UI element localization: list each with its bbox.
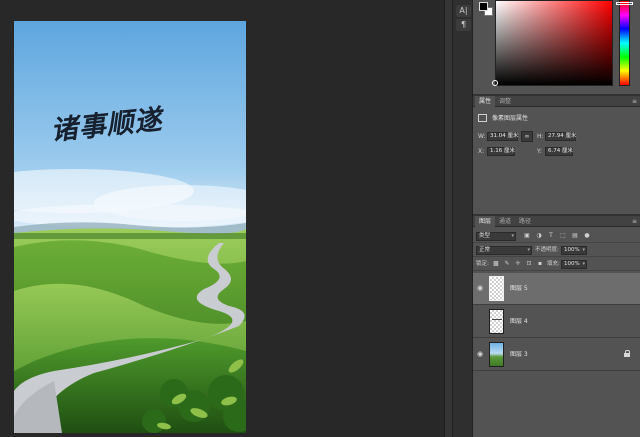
layer-row-3[interactable]: ◉ 图层 3 [473, 339, 640, 371]
width-label: W: [478, 133, 486, 140]
lock-image-icon[interactable]: ✎ [503, 260, 511, 268]
foreground-color-swatch[interactable] [479, 2, 488, 11]
lock-position-icon[interactable]: ✛ [514, 260, 522, 268]
lock-artboard-icon[interactable]: ⊡ [525, 260, 533, 268]
layer-thumbnail [489, 309, 504, 334]
tab-adjustments[interactable]: 调整 [495, 96, 515, 107]
tab-channels[interactable]: 通道 [495, 216, 515, 227]
properties-kind-label: 像素图层属性 [492, 115, 529, 122]
tab-paths[interactable]: 路径 [515, 216, 535, 227]
properties-tabs: 属性 调整 ≡ [473, 96, 640, 107]
layer-row-4[interactable]: 图层 4 [473, 306, 640, 338]
properties-panel: 属性 调整 ≡ 像素图层属性 W: 31.04 厘米 ∞ H: 27.94 厘米… [473, 96, 640, 214]
photoshop-window: 诸事顺遂 A| ¶ 属性 调整 ≡ 像素图层属性 W: 31.04 厘米 ∞ H… [0, 0, 640, 437]
layer-name[interactable]: 图层 5 [510, 283, 528, 294]
paragraph-icon[interactable]: ¶ [456, 19, 471, 31]
landscape-image [14, 21, 246, 433]
filter-kind-value: 类型 [479, 233, 491, 239]
fill-field[interactable]: 100% ▾ [561, 260, 587, 269]
height-label: H: [537, 133, 544, 140]
color-saturation-field[interactable] [495, 0, 613, 86]
mini-toolbar: A| ¶ [453, 0, 473, 437]
text-scribble-icon [492, 319, 502, 322]
y-field[interactable]: 6.74 厘米 [545, 147, 573, 156]
tab-properties[interactable]: 属性 [475, 96, 496, 107]
panel-collapse-strip[interactable] [444, 0, 453, 437]
filter-adjustment-icon[interactable]: ◑ [535, 232, 543, 240]
blend-mode-dropdown[interactable]: 正常 ▾ [476, 246, 532, 255]
properties-kind-row: 像素图层属性 [478, 113, 635, 124]
link-icon[interactable]: ∞ [521, 131, 533, 142]
lock-row: 锁定: ▩ ✎ ✛ ⊡ ▪ 填充: 100% ▾ [473, 258, 640, 271]
blend-row: 正常 ▾ 不透明度: 100% ▾ [473, 244, 640, 257]
blend-mode-value: 正常 [479, 247, 491, 253]
filter-pixel-icon[interactable]: ▣ [523, 232, 531, 240]
canvas-area[interactable]: 诸事顺遂 [0, 0, 444, 437]
right-panel-dock: 属性 调整 ≡ 像素图层属性 W: 31.04 厘米 ∞ H: 27.94 厘米… [473, 0, 640, 437]
filter-toggle-icon[interactable]: ● [583, 232, 591, 240]
x-field[interactable]: 1.16 厘米 [487, 147, 515, 156]
visibility-eye-icon[interactable]: ◉ [476, 350, 484, 358]
pixel-layer-icon [478, 114, 487, 122]
lock-icon [624, 350, 630, 357]
x-label: X: [478, 148, 485, 155]
layer-thumbnail [489, 342, 504, 367]
filter-smart-object-icon[interactable]: ▤ [571, 232, 579, 240]
lock-label: 锁定: [476, 261, 489, 267]
tab-layers[interactable]: 图层 [475, 216, 496, 227]
opacity-value: 100% [564, 247, 580, 253]
opacity-label: 不透明度: [535, 247, 559, 253]
lock-all-icon[interactable]: ▪ [536, 260, 544, 268]
hue-slider-track[interactable] [619, 0, 630, 86]
layer-name[interactable]: 图层 3 [510, 349, 528, 360]
document-artwork[interactable]: 诸事顺遂 [14, 21, 246, 433]
panel-menu-icon[interactable]: ≡ [632, 97, 637, 106]
panel-menu-icon[interactable]: ≡ [632, 217, 637, 226]
layer-filter-row: 类型 ▾ ▣ ◑ T ⬚ ▤ ● [473, 230, 640, 243]
color-picker-cursor[interactable] [492, 80, 498, 86]
visibility-toggle-empty-icon[interactable] [476, 317, 484, 325]
fill-value: 100% [564, 261, 580, 267]
fill-label: 填充: [547, 261, 560, 267]
character-icon[interactable]: A| [456, 5, 471, 17]
y-label: Y: [537, 148, 542, 155]
layer-thumbnail [489, 276, 504, 301]
visibility-eye-icon[interactable]: ◉ [476, 284, 484, 292]
lock-transparent-icon[interactable]: ▩ [492, 260, 500, 268]
hue-slider-handle[interactable] [616, 2, 633, 5]
filter-type-icon[interactable]: T [547, 232, 555, 240]
height-field[interactable]: 27.94 厘米 [545, 132, 577, 141]
filter-kind-dropdown[interactable]: 类型 ▾ [476, 232, 516, 241]
filter-shape-icon[interactable]: ⬚ [559, 232, 567, 240]
opacity-field[interactable]: 100% ▾ [561, 246, 587, 255]
layers-tabs: 图层 通道 路径 ≡ [473, 216, 640, 227]
layers-panel: 图层 通道 路径 ≡ 类型 ▾ ▣ ◑ T ⬚ ▤ ● 正常 ▾ 不透明度: 1… [473, 216, 640, 437]
width-field[interactable]: 31.04 厘米 [487, 132, 519, 141]
layer-name[interactable]: 图层 4 [510, 316, 528, 327]
layer-row-5[interactable]: ◉ 图层 5 [473, 273, 640, 305]
color-panel [473, 0, 640, 94]
